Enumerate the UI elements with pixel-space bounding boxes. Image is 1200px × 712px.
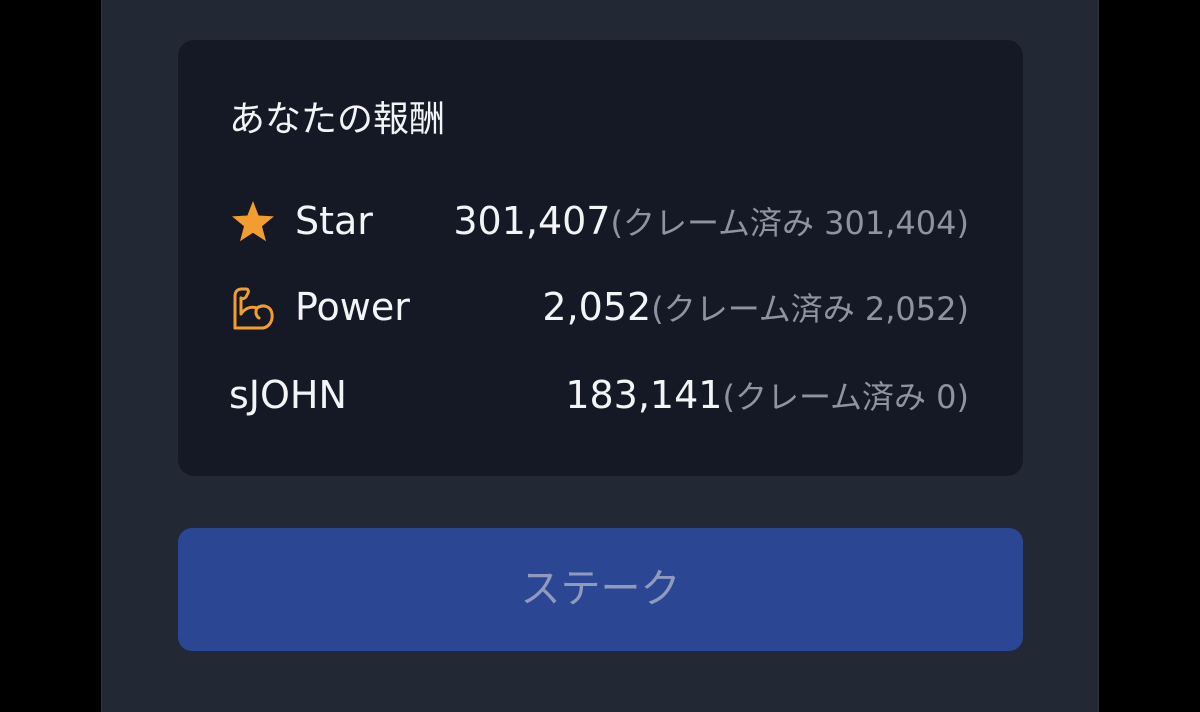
reward-label: Star <box>295 199 373 243</box>
rewards-card: あなたの報酬 Star 301,407(クレーム済み 301,404) Powe… <box>178 40 1023 476</box>
reward-row-sjohn: sJOHN 183,141(クレーム済み 0) <box>229 370 969 420</box>
rewards-title: あなたの報酬 <box>229 99 446 140</box>
reward-row-star: Star 301,407(クレーム済み 301,404) <box>229 196 969 246</box>
flexed-arm-icon <box>229 284 277 332</box>
stake-button[interactable]: ステーク <box>178 528 1023 651</box>
reward-label: sJOHN <box>229 373 347 417</box>
reward-value: 301,407(クレーム済み 301,404) <box>453 196 969 254</box>
reward-label: Power <box>295 285 410 329</box>
reward-amount: 183,141 <box>565 373 723 417</box>
reward-row-power: Power 2,052(クレーム済み 2,052) <box>229 282 969 332</box>
reward-value: 2,052(クレーム済み 2,052) <box>542 282 969 340</box>
reward-claimed: (クレーム済み 2,052) <box>651 290 969 328</box>
reward-amount: 2,052 <box>542 285 652 329</box>
star-icon <box>229 198 277 246</box>
reward-claimed: (クレーム済み 0) <box>722 378 969 416</box>
reward-claimed: (クレーム済み 301,404) <box>610 204 969 242</box>
reward-value: 183,141(クレーム済み 0) <box>565 370 969 428</box>
reward-amount: 301,407 <box>453 199 611 243</box>
